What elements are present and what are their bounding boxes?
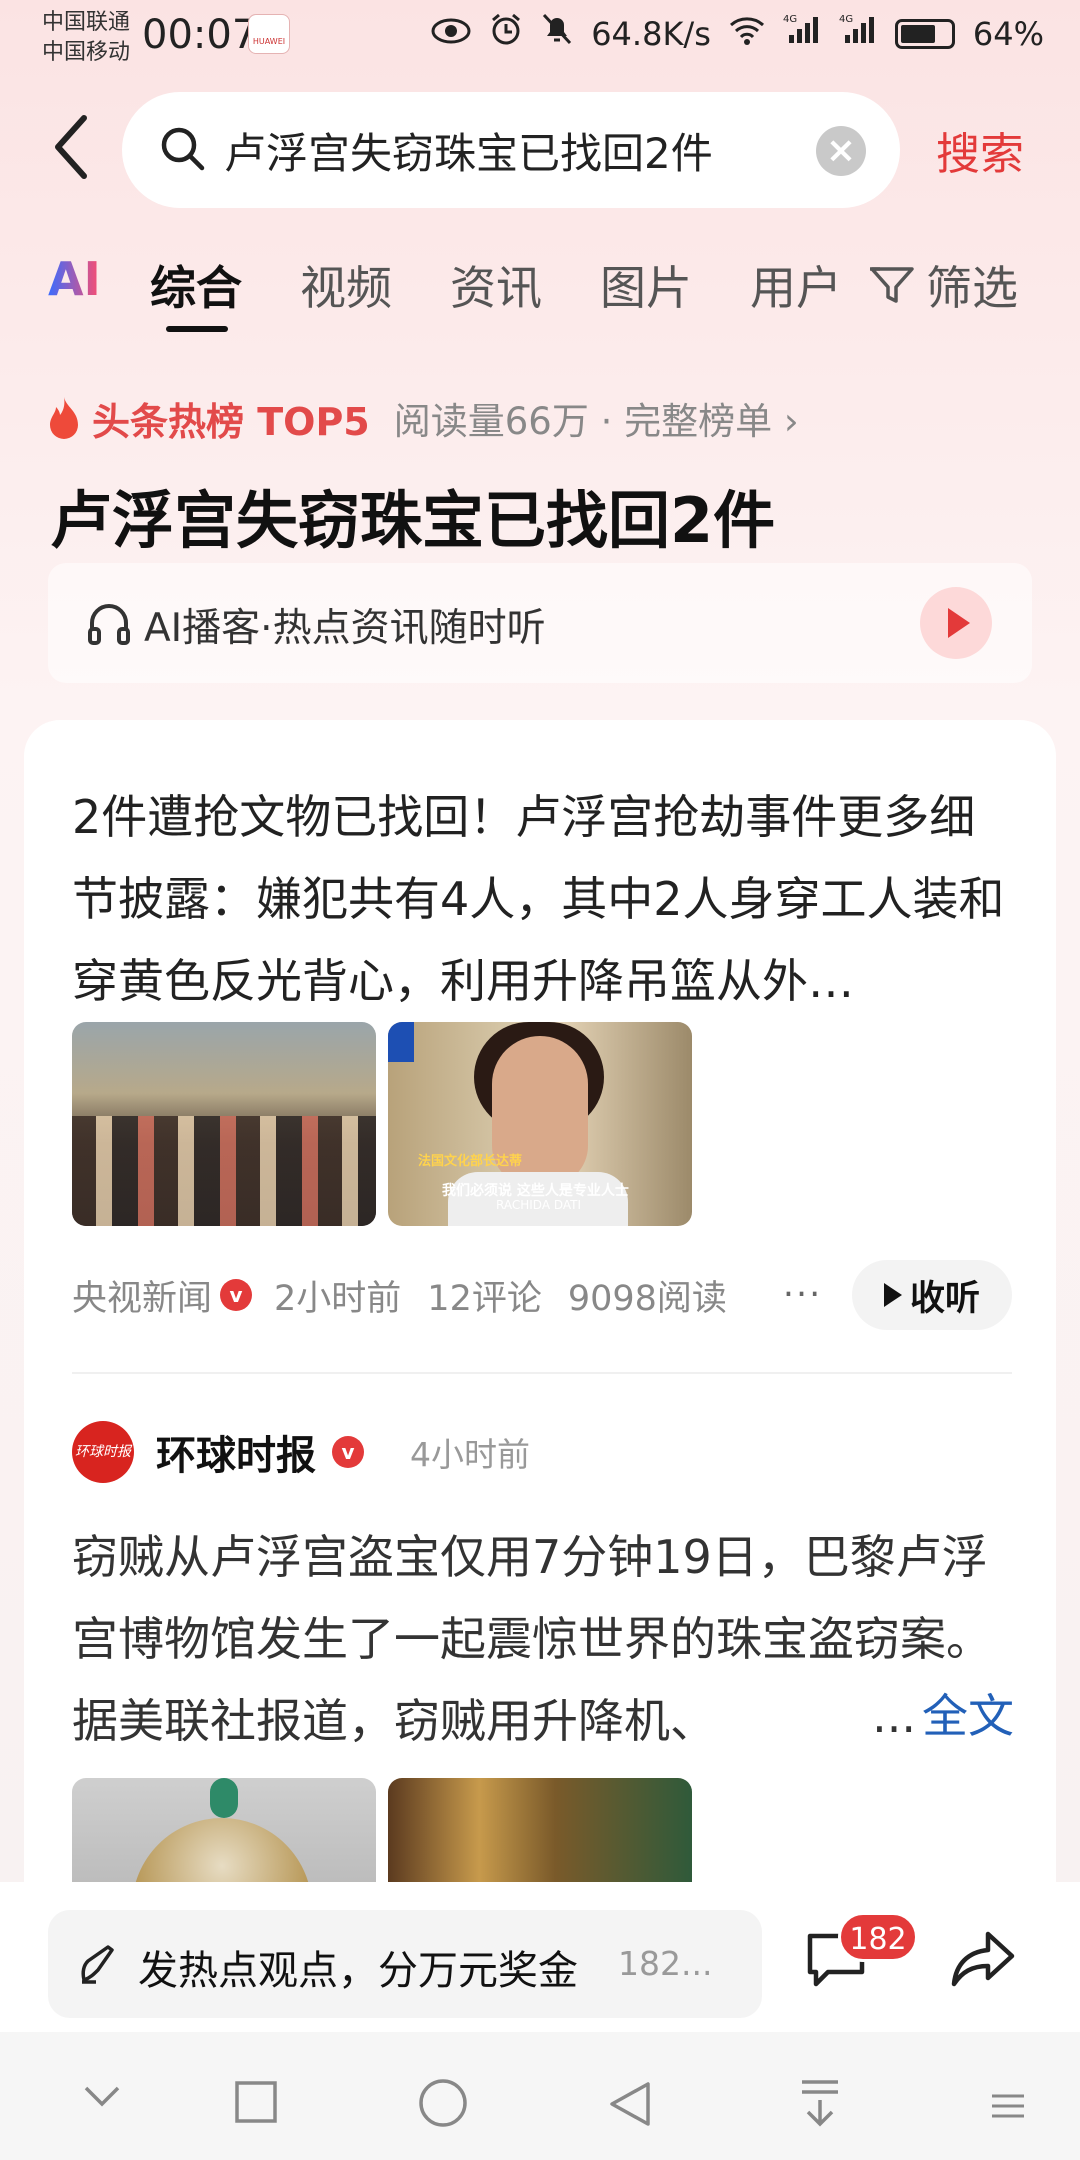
active-tab-indicator — [166, 326, 228, 332]
article-1-reads: 9098阅读 — [567, 1278, 727, 1319]
cctv-tag — [388, 1022, 414, 1062]
search-button[interactable]: 搜索 — [936, 118, 1024, 182]
notification-pull-icon[interactable] — [798, 2078, 842, 2132]
hot-rank-meta[interactable]: 阅读量66万 · 完整榜单 › — [394, 391, 799, 445]
mute-bell-icon — [541, 12, 573, 55]
crowd-image — [72, 1116, 376, 1226]
search-box[interactable]: 卢浮宫失窃珠宝已找回2件 × — [122, 92, 900, 208]
comment-count-hint: 182... — [618, 1944, 713, 1983]
topic-headline: 卢浮宫失窃珠宝已找回2件 — [50, 484, 776, 557]
caption-quote: 我们必须说 这些人是专业人士 — [442, 1183, 629, 1199]
full-text-link[interactable]: ... 全文 — [872, 1680, 1014, 1746]
caption-title: 法国文化部长达蒂 — [418, 1154, 523, 1169]
verified-icon: v — [332, 1436, 364, 1468]
status-icons: 64.8K/s 4G 4G 64% — [431, 12, 1044, 55]
headphones-icon — [86, 601, 132, 647]
article-1-comments: 12评论 — [427, 1278, 542, 1319]
huawei-app-icon: HUAWEI — [248, 14, 290, 54]
article-1-title[interactable]: 2件遭抢文物已找回！卢浮宫抢劫事件更多细节披露：嫌犯共有4人，其中2人身穿工人装… — [72, 776, 1012, 1022]
filter-label: 筛选 — [926, 261, 1018, 315]
ellipsis: ... — [872, 1689, 916, 1743]
verified-icon: v — [220, 1279, 253, 1311]
more-icon[interactable]: ··· — [783, 1275, 822, 1315]
hide-nav-icon[interactable] — [82, 2084, 122, 2114]
alarm-icon — [489, 12, 523, 55]
comment-input[interactable]: 发热点观点，分万元奖金 182... — [48, 1910, 762, 2018]
recent-apps-icon[interactable] — [234, 2080, 278, 2128]
tab-video[interactable]: 视频 — [300, 252, 392, 318]
article-1-time: 2小时前 — [274, 1278, 402, 1319]
net-speed: 64.8K/s — [591, 14, 711, 53]
tab-ai[interactable]: AI — [48, 252, 101, 306]
article-2-source-row[interactable]: 环球时报 环球时报 v 4小时前 — [72, 1420, 530, 1484]
svg-text:4G: 4G — [839, 14, 853, 25]
pen-icon — [78, 1942, 122, 1986]
system-nav-bar — [0, 2032, 1080, 2160]
caption-name: RACHIDA DATI — [496, 1198, 582, 1212]
wifi-icon — [729, 14, 765, 54]
battery-icon — [894, 18, 955, 49]
eye-icon — [431, 14, 471, 54]
search-icon — [158, 124, 208, 174]
hot-rank-row[interactable]: 头条热榜 TOP5 阅读量66万 · 完整榜单 › — [46, 388, 799, 448]
tab-comprehensive[interactable]: 综合 — [150, 252, 242, 318]
carrier-1: 中国联通 — [42, 10, 131, 35]
article-1-thumbnail-1[interactable] — [72, 1022, 376, 1226]
filter-button[interactable]: 筛选 — [868, 252, 1018, 318]
back-button[interactable] — [50, 112, 90, 182]
result-tabs: AI 综合 视频 资讯 图片 用户 筛选 — [0, 252, 1080, 332]
menu-lines-icon[interactable] — [990, 2092, 1026, 2126]
back-nav-icon[interactable] — [608, 2080, 652, 2132]
flame-icon — [50, 397, 78, 439]
listen-button[interactable]: 收听 — [852, 1260, 1012, 1330]
article-1-meta: 央视新闻 v 2小时前 12评论 9098阅读 ··· 收听 — [72, 1260, 1012, 1330]
battery-level: 64% — [972, 14, 1044, 53]
back-arrow-icon — [55, 115, 87, 179]
play-icon[interactable] — [920, 587, 992, 659]
home-icon[interactable] — [418, 2078, 468, 2132]
article-1-source[interactable]: 央视新闻 — [72, 1270, 212, 1321]
comment-count-badge: 182 — [838, 1912, 918, 1962]
article-1-thumbnail-2[interactable]: 法国文化部长达蒂 我们必须说 这些人是专业人士 RACHIDA DATI — [388, 1022, 692, 1226]
comment-bar: 发热点观点，分万元奖金 182... 182 — [0, 1882, 1080, 2032]
signal-4g-icon-2: 4G — [839, 13, 877, 54]
svg-text:4G: 4G — [783, 14, 797, 25]
full-text-label: 全文 — [922, 1689, 1014, 1743]
comment-placeholder: 发热点观点，分万元奖金 — [138, 1948, 578, 1994]
play-icon-small — [883, 1283, 902, 1307]
ai-podcast-bar[interactable]: AI播客·热点资讯随时听 — [48, 563, 1032, 683]
status-time: 00:07 — [142, 12, 258, 58]
hot-rank-label: 头条热榜 TOP5 — [92, 399, 370, 444]
source-logo: 环球时报 — [72, 1421, 134, 1483]
signal-4g-icon-1: 4G — [783, 13, 821, 54]
podcast-label: AI播客·热点资讯随时听 — [144, 606, 546, 651]
article-2-body[interactable]: 窃贼从卢浮宫盗宝仅用7分钟19日，巴黎卢浮宫博物馆发生了一起震惊世界的珠宝盗窃案… — [72, 1516, 1012, 1762]
filter-icon — [870, 267, 914, 303]
carrier-2: 中国移动 — [42, 40, 131, 65]
tab-images[interactable]: 图片 — [600, 252, 692, 318]
listen-label: 收听 — [909, 1278, 980, 1319]
article-2-time: 4小时前 — [410, 1435, 530, 1474]
divider — [72, 1372, 1012, 1374]
tab-news[interactable]: 资讯 — [450, 252, 542, 318]
clear-icon[interactable]: × — [816, 126, 866, 176]
share-icon[interactable] — [950, 1926, 1016, 1992]
article-2-source[interactable]: 环球时报 — [156, 1423, 316, 1481]
search-input[interactable]: 卢浮宫失窃珠宝已找回2件 — [224, 120, 713, 181]
carrier-labels: 中国联通 中国移动 — [42, 8, 130, 68]
tab-users[interactable]: 用户 — [750, 252, 842, 318]
